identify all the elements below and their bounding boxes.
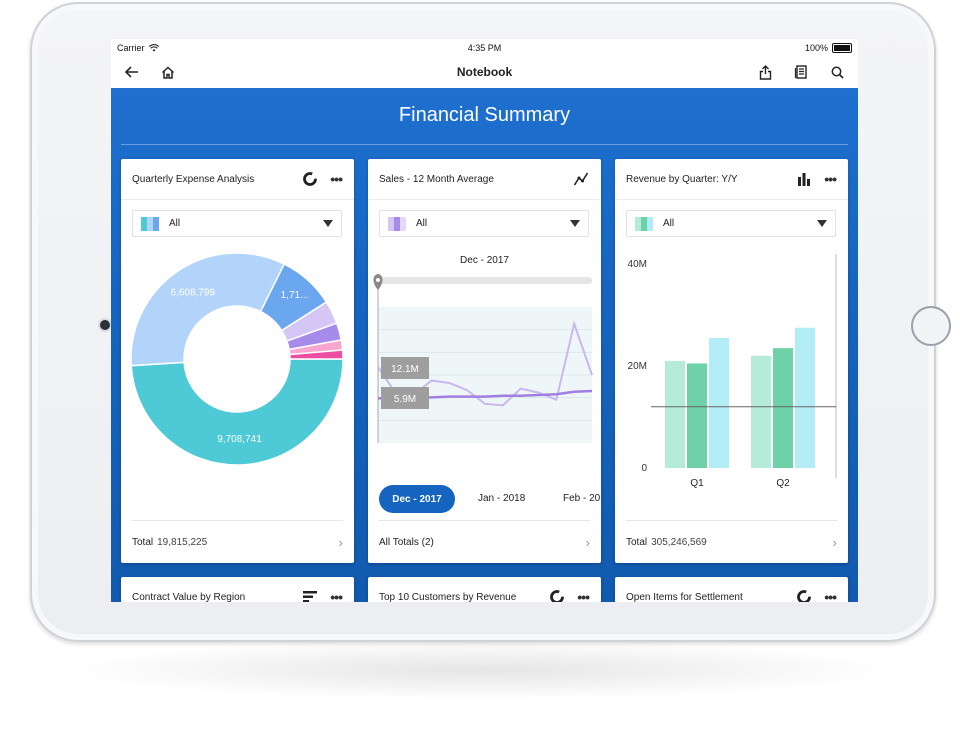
card-title: Quarterly Expense Analysis [132, 173, 255, 185]
chevron-down-icon [570, 220, 580, 227]
slider-pin-dot [376, 278, 380, 282]
filter-dropdown[interactable]: All [626, 210, 836, 237]
selected-date-label: Dec - 2017 [460, 255, 509, 266]
bar [709, 337, 729, 468]
page-title: Financial Summary [398, 104, 571, 126]
donut-chart-icon[interactable] [796, 589, 812, 602]
more-icon[interactable]: ••• [330, 172, 343, 186]
filter-value: All [663, 218, 675, 229]
line-chart: 12.1M 5.9M [373, 274, 593, 443]
device-shadow [60, 640, 900, 700]
more-icon[interactable]: ••• [824, 172, 837, 186]
card-title: Revenue by Quarter: Y/Y [626, 173, 738, 185]
home-button[interactable] [911, 306, 951, 346]
filter-dropdown[interactable]: All [379, 210, 589, 237]
nav-title: Notebook [456, 65, 513, 79]
donut-chart-icon[interactable] [302, 171, 318, 187]
notebook-icon[interactable] [790, 61, 812, 83]
back-arrow-icon[interactable] [121, 61, 143, 83]
palette-swatch-icon [388, 216, 406, 231]
filter-dropdown[interactable]: All [132, 210, 342, 237]
footer-label: Total [132, 536, 154, 548]
carrier-label: Carrier [117, 42, 145, 53]
front-camera [100, 320, 110, 330]
filter-value: All [416, 218, 428, 229]
footer-value: 305,246,569 [651, 536, 707, 548]
card-open-items[interactable]: Open Items for Settlement ••• [615, 577, 848, 602]
slice-label: 6,608,799 [171, 287, 216, 298]
bar [687, 363, 707, 468]
chevron-down-icon [323, 220, 333, 227]
status-bar: Carrier 4:35 PM 100% [111, 39, 858, 56]
chevron-right-icon[interactable]: › [833, 535, 837, 550]
card-quarterly-expense[interactable]: Quarterly Expense Analysis ••• All 6,608… [121, 159, 354, 563]
bar [751, 355, 771, 468]
battery-icon [832, 42, 852, 53]
battery-percent: 100% [804, 42, 828, 53]
tooltip-value: 5.9M [394, 394, 416, 405]
share-icon[interactable] [754, 61, 776, 83]
donut-chart-icon[interactable] [549, 589, 565, 602]
card-sales-average[interactable]: Sales - 12 Month Average All Dec - 2017 … [368, 159, 601, 563]
footer-label: All Totals (2) [379, 536, 434, 548]
line-chart-icon[interactable] [573, 171, 589, 187]
horizontal-bar-icon[interactable] [302, 590, 318, 602]
card-revenue-by-quarter[interactable]: Revenue by Quarter: Y/Y ••• All 0 20M 40M Q… [615, 159, 848, 563]
palette-swatch-icon [635, 216, 653, 231]
bar [665, 360, 685, 468]
y-tick-label: 0 [641, 463, 647, 474]
slice-label: 9,708,741 [217, 434, 262, 445]
x-tick-label: Q2 [776, 478, 790, 489]
status-time: 4:35 PM [467, 42, 502, 53]
filter-value: All [169, 218, 181, 229]
y-tick-label: 40M [628, 259, 647, 270]
period-chip[interactable]: Feb - 20 [563, 493, 600, 504]
header-divider [121, 144, 848, 145]
card-title: Top 10 Customers by Revenue [379, 591, 517, 603]
card-title: Open Items for Settlement [626, 591, 743, 603]
period-chip-selected[interactable]: Dec - 2017 [379, 485, 455, 513]
home-icon[interactable] [157, 61, 179, 83]
more-icon[interactable]: ••• [577, 590, 590, 602]
more-icon[interactable]: ••• [330, 590, 343, 602]
chevron-down-icon [817, 220, 827, 227]
bar [773, 348, 793, 468]
card-top-customers[interactable]: Top 10 Customers by Revenue ••• [368, 577, 601, 602]
wifi-icon [148, 43, 159, 51]
range-slider-track [378, 277, 592, 284]
nav-bar: Notebook [111, 56, 858, 89]
chevron-right-icon[interactable]: › [339, 535, 343, 550]
footer-label: Total [626, 536, 648, 548]
bar-chart: 0 20M 40M Q1 Q2 [628, 254, 837, 489]
palette-swatch-icon [141, 216, 159, 231]
more-icon[interactable]: ••• [824, 590, 837, 602]
bar-chart-icon[interactable] [796, 171, 812, 187]
screen: Carrier 4:35 PM 100% Notebook Financial … [111, 39, 858, 602]
period-chip[interactable]: Jan - 2018 [478, 493, 525, 504]
card-contract-value[interactable]: Contract Value by Region ••• [121, 577, 354, 602]
y-tick-label: 20M [628, 361, 647, 372]
search-icon[interactable] [826, 61, 848, 83]
chevron-right-icon[interactable]: › [586, 535, 590, 550]
donut-slice [130, 358, 344, 466]
card-title: Sales - 12 Month Average [379, 173, 494, 185]
slice-label: 1,71... [281, 290, 309, 301]
donut-chart: 6,608,799 1,71... 9,708,741 [130, 252, 344, 466]
x-tick-label: Q1 [690, 478, 704, 489]
bar [795, 327, 815, 468]
card-title: Contract Value by Region [132, 591, 246, 603]
tooltip-value: 12.1M [391, 364, 419, 375]
dashboard-area: Financial Summary Quarterly Expense Anal… [111, 88, 858, 602]
footer-value: 19,815,225 [157, 536, 208, 548]
